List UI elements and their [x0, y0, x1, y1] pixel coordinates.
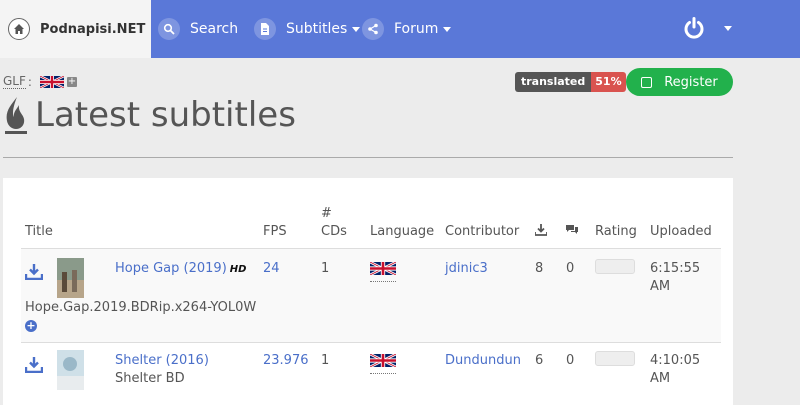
register-button[interactable]: Register [626, 68, 733, 96]
chevron-down-icon [352, 26, 361, 32]
col-header-rating[interactable]: Rating [595, 224, 637, 239]
col-header-cds[interactable]: CDs [321, 224, 347, 239]
power-icon[interactable] [682, 16, 706, 44]
uploaded-time: 6:15:55 [650, 261, 701, 276]
download-button[interactable] [24, 357, 44, 377]
col-header-downloads[interactable] [534, 224, 548, 240]
rating-bar [595, 259, 635, 274]
user-menu-chevron-icon[interactable] [724, 26, 732, 31]
brand-home-link[interactable]: Podnapisi.NET [0, 0, 151, 58]
downloads-count: 8 [535, 261, 544, 276]
top-navbar: Podnapisi.NET Search Subtitles Forum [0, 0, 800, 58]
share-icon [362, 18, 384, 40]
translated-percent: 51% [591, 72, 626, 92]
glf-label: GLF [3, 74, 26, 89]
movie-poster-thumbnail[interactable] [57, 258, 84, 298]
col-header-fps[interactable]: FPS [263, 224, 287, 239]
col-header-comments[interactable] [565, 224, 579, 240]
subtitle-title: Hope Gap (2019) [115, 261, 227, 276]
comments-count: 0 [566, 261, 575, 276]
uk-flag-icon [39, 75, 64, 88]
col-header-cds-hash: # [321, 206, 332, 221]
subtitle-title-link[interactable]: Hope Gap (2019) HD [115, 261, 246, 276]
glf-separator: : [27, 74, 32, 89]
download-button[interactable] [24, 264, 44, 284]
document-icon [254, 18, 276, 40]
contributor-link[interactable]: Dundundun [445, 353, 521, 368]
page-title: Latest subtitles [35, 95, 296, 135]
translated-label: translated [515, 72, 592, 92]
search-icon [158, 18, 180, 40]
fps-value[interactable]: 24 [263, 261, 280, 276]
release-name: Hope.Gap.2019.BDRip.x264-YOL0W [25, 300, 257, 315]
home-icon [8, 18, 30, 40]
nav-subtitles-label: Subtitles [286, 21, 348, 37]
fps-value[interactable]: 23.976 [263, 353, 309, 368]
add-language-icon[interactable]: + [66, 76, 77, 87]
contributor-link[interactable]: jdinic3 [445, 261, 488, 276]
download-icon [534, 224, 548, 236]
cds-value: 1 [321, 353, 330, 368]
brand-name: Podnapisi.NET [40, 21, 146, 37]
uploaded-ampm: AM [650, 371, 671, 386]
uk-flag-icon[interactable] [369, 260, 397, 282]
page-title-wrap: Latest subtitles [3, 95, 296, 135]
cds-value: 1 [321, 261, 330, 276]
col-header-uploaded[interactable]: Uploaded [650, 224, 712, 239]
col-header-language[interactable]: Language [370, 224, 434, 239]
nav-subtitles[interactable]: Subtitles [254, 0, 361, 58]
row-divider [21, 342, 721, 343]
nav-search[interactable]: Search [158, 0, 238, 58]
downloads-count: 6 [535, 353, 544, 368]
subtitles-table-panel: Title FPS # CDs Language Contributor Rat… [3, 178, 733, 405]
register-label: Register [664, 74, 718, 90]
uk-flag-icon[interactable] [369, 352, 397, 374]
uploaded-ampm: AM [650, 279, 671, 294]
subtitle-title-link[interactable]: Shelter (2016) [115, 353, 209, 368]
flame-icon [5, 97, 27, 134]
download-icon [24, 357, 44, 374]
nav-forum-label: Forum [394, 21, 439, 37]
hd-badge: HD [229, 264, 247, 275]
comments-icon [566, 225, 578, 234]
nav-forum[interactable]: Forum [362, 0, 452, 58]
add-circle-icon[interactable]: + [25, 320, 37, 332]
chevron-down-icon [443, 26, 452, 32]
nav-search-label: Search [190, 21, 239, 37]
title-divider [3, 157, 733, 158]
col-header-contributor[interactable]: Contributor [445, 224, 519, 239]
release-name: Shelter BD [115, 371, 185, 386]
movie-poster-thumbnail[interactable] [57, 350, 84, 390]
comments-count: 0 [566, 353, 575, 368]
glf-language-filter[interactable]: GLF : + [3, 74, 77, 89]
translated-badge: translated 51% [515, 72, 626, 92]
col-header-title[interactable]: Title [25, 224, 53, 239]
edit-icon [641, 76, 653, 88]
download-icon [24, 264, 44, 281]
rating-bar [595, 351, 635, 366]
uploaded-time: 4:10:05 [650, 353, 701, 368]
